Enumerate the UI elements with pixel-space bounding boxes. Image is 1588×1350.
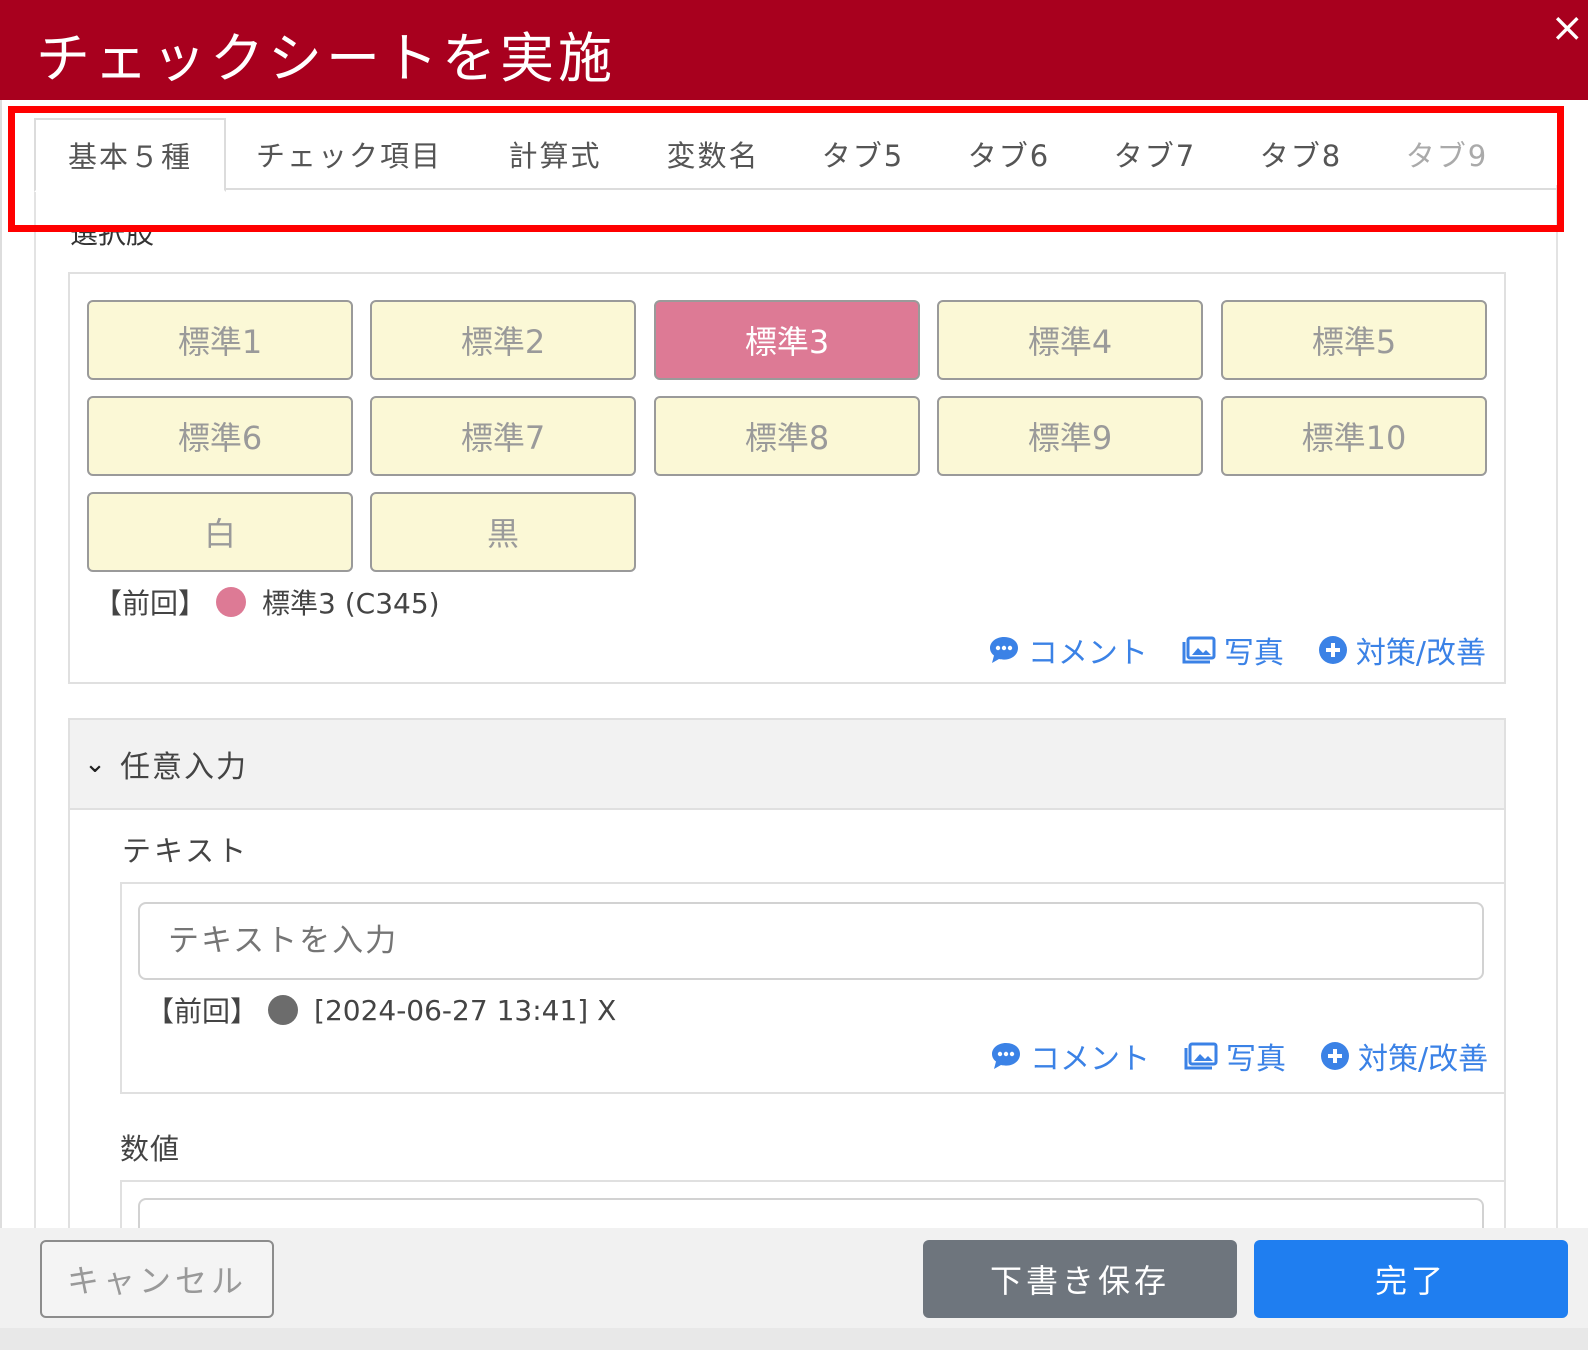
option-standard10[interactable]: 標準10	[1221, 396, 1487, 476]
option-standard8[interactable]: 標準8	[654, 396, 920, 476]
tab-formula[interactable]: 計算式	[480, 118, 630, 190]
tab-tab5[interactable]: タブ5	[802, 118, 924, 190]
comment-label: コメント	[1030, 1042, 1150, 1077]
tab-variable-name[interactable]: 変数名	[638, 118, 788, 190]
number-field-label: 数値	[120, 1132, 181, 1166]
chevron-down-icon: ⌄	[84, 749, 106, 779]
photo-label: 写真	[1226, 1042, 1286, 1077]
tab-tab7[interactable]: タブ7	[1094, 118, 1216, 190]
option-standard4[interactable]: 標準4	[937, 300, 1203, 380]
complete-button[interactable]: 完了	[1254, 1240, 1568, 1318]
plus-circle-icon	[1318, 636, 1347, 664]
comment-button[interactable]: コメント	[990, 1034, 1150, 1078]
dialog-title: チェックシートを実施	[36, 27, 616, 90]
text-input[interactable]	[138, 902, 1484, 980]
tab-tab6[interactable]: タブ6	[948, 118, 1070, 190]
tab-basic5[interactable]: 基本５種	[34, 118, 226, 192]
text-item-actions: コメント 写真 対策/改善	[990, 1034, 1488, 1078]
comment-icon	[992, 1043, 1020, 1069]
option-standard3[interactable]: 標準3	[654, 300, 920, 380]
measure-label: 対策/改善	[1358, 1042, 1489, 1077]
comment-label: コメント	[1027, 636, 1148, 671]
previous-prefix: 【前回】	[94, 587, 207, 620]
optional-section-title: 任意入力	[120, 750, 248, 785]
text-previous-dot	[268, 995, 299, 1025]
tab-check-items[interactable]: チェック項目	[240, 118, 458, 190]
previous-value-text: 標準3 (C345)	[262, 587, 440, 620]
tab-tab8[interactable]: タブ8	[1240, 118, 1362, 190]
photo-icon	[1184, 1042, 1218, 1070]
option-standard5[interactable]: 標準5	[1221, 300, 1487, 380]
option-black[interactable]: 黒	[370, 492, 636, 572]
photo-icon	[1182, 636, 1216, 664]
plus-circle-icon	[1321, 1042, 1349, 1070]
text-field-label: テキスト	[122, 834, 250, 868]
selection-group: 標準1 標準2 標準3 標準4 標準5 標準6 標準7 標準8 標準9 標準10…	[68, 272, 1506, 684]
measure-button[interactable]: 対策/改善	[1320, 1034, 1488, 1078]
selection-label: 選択肢	[70, 232, 155, 250]
photo-label: 写真	[1223, 636, 1284, 671]
text-previous-text: [2024-06-27 13:41] X	[314, 993, 617, 1027]
cancel-button[interactable]: キャンセル	[40, 1240, 274, 1318]
option-standard7[interactable]: 標準7	[370, 396, 636, 476]
previous-color-dot	[216, 587, 247, 617]
option-standard9[interactable]: 標準9	[937, 396, 1203, 476]
tab-tab9[interactable]: タブ9	[1386, 118, 1508, 190]
comment-icon	[989, 637, 1018, 663]
tab-bar: 基本５種 チェック項目 計算式 変数名 タブ5 タブ6 タブ7 タブ8 タブ9	[34, 118, 1558, 192]
measure-button[interactable]: 対策/改善	[1318, 628, 1486, 672]
text-previous-prefix: 【前回】	[146, 995, 259, 1028]
option-standard2[interactable]: 標準2	[370, 300, 636, 380]
item-actions: コメント 写真 対策/改善	[954, 628, 1486, 672]
close-icon[interactable]: ×	[1550, 8, 1584, 48]
previous-value: 【前回】 標準3 (C345)	[94, 582, 440, 622]
comment-button[interactable]: コメント	[988, 628, 1148, 672]
photo-button[interactable]: 写真	[1182, 628, 1284, 672]
bottom-edge	[0, 1328, 1588, 1350]
photo-button[interactable]: 写真	[1184, 1034, 1286, 1078]
text-previous-value: 【前回】 [2024-06-27 13:41] X	[146, 990, 616, 1030]
dialog-header: チェックシートを実施 ×	[0, 0, 1588, 100]
option-standard1[interactable]: 標準1	[87, 300, 353, 380]
measure-label: 対策/改善	[1355, 636, 1486, 671]
optional-section-header[interactable]: ⌄ 任意入力	[68, 718, 1506, 810]
option-standard6[interactable]: 標準6	[87, 396, 353, 476]
option-white[interactable]: 白	[87, 492, 353, 572]
save-draft-button[interactable]: 下書き保存	[923, 1240, 1237, 1318]
